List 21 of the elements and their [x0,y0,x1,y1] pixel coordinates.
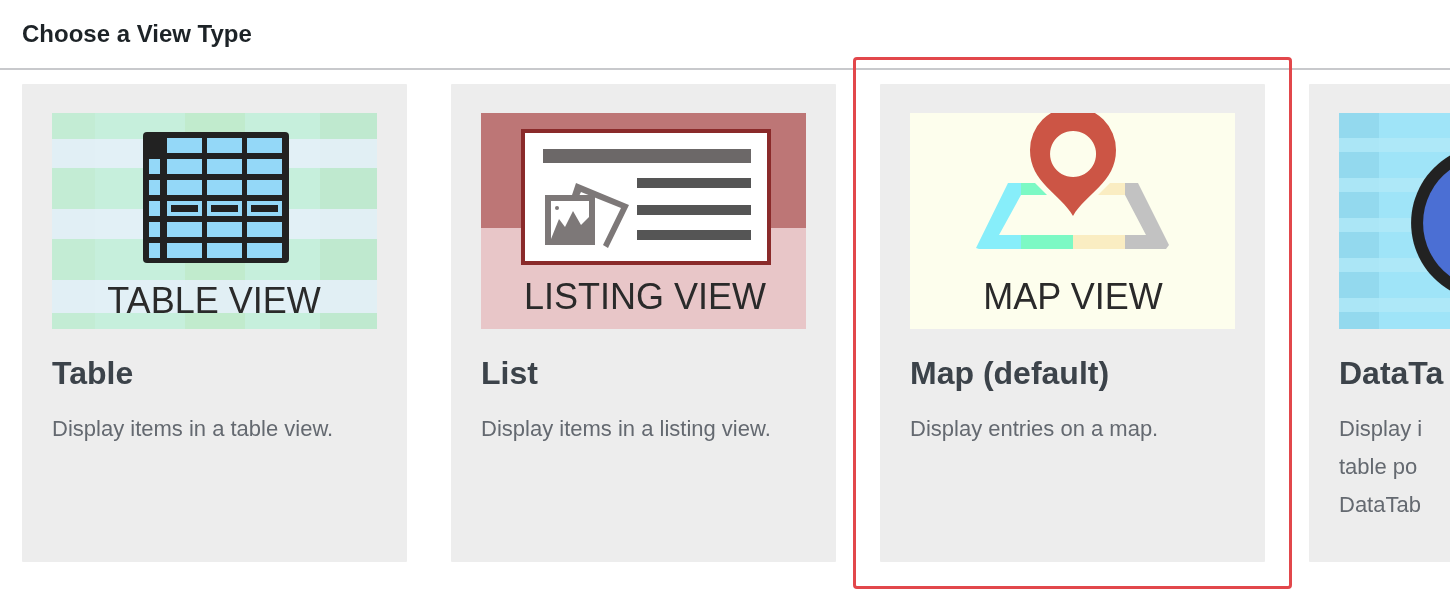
view-type-card[interactable]: LISTING VIEW List Display items in a listing view. [451,84,836,562]
image-caption: MAP VIEW [983,276,1163,317]
card-description: Display items in a table view. [52,415,335,443]
view-type-card[interactable]: MAP VIEW Map (default) Display entries on a map. [880,84,1265,562]
card-description: Display items in a listing view. [481,415,772,443]
view-type-card[interactable]: TABLE VIEW Table Display items in a table view. [22,84,407,562]
image-caption: TABLE VIEW [107,280,321,321]
globe-icon [1411,155,1450,291]
dialog-title: Choose a View Type [22,20,252,48]
view-type-card[interactable]: DataTa Display i table po DataTab [1309,84,1450,562]
listing-card-icon [521,129,771,265]
card-title: DataTa [1339,355,1445,392]
card-title: List [481,355,539,392]
card-description: Display entries on a map. [910,415,1160,443]
card-description: Display i table po DataTab [1339,415,1424,519]
location-pin-icon [1030,113,1116,216]
card-title: Map (default) [910,355,1111,392]
folded-map-icon [976,183,1169,249]
table-grid-icon [143,132,289,263]
image-caption: LISTING VIEW [524,276,766,317]
card-title: Table [52,355,135,392]
